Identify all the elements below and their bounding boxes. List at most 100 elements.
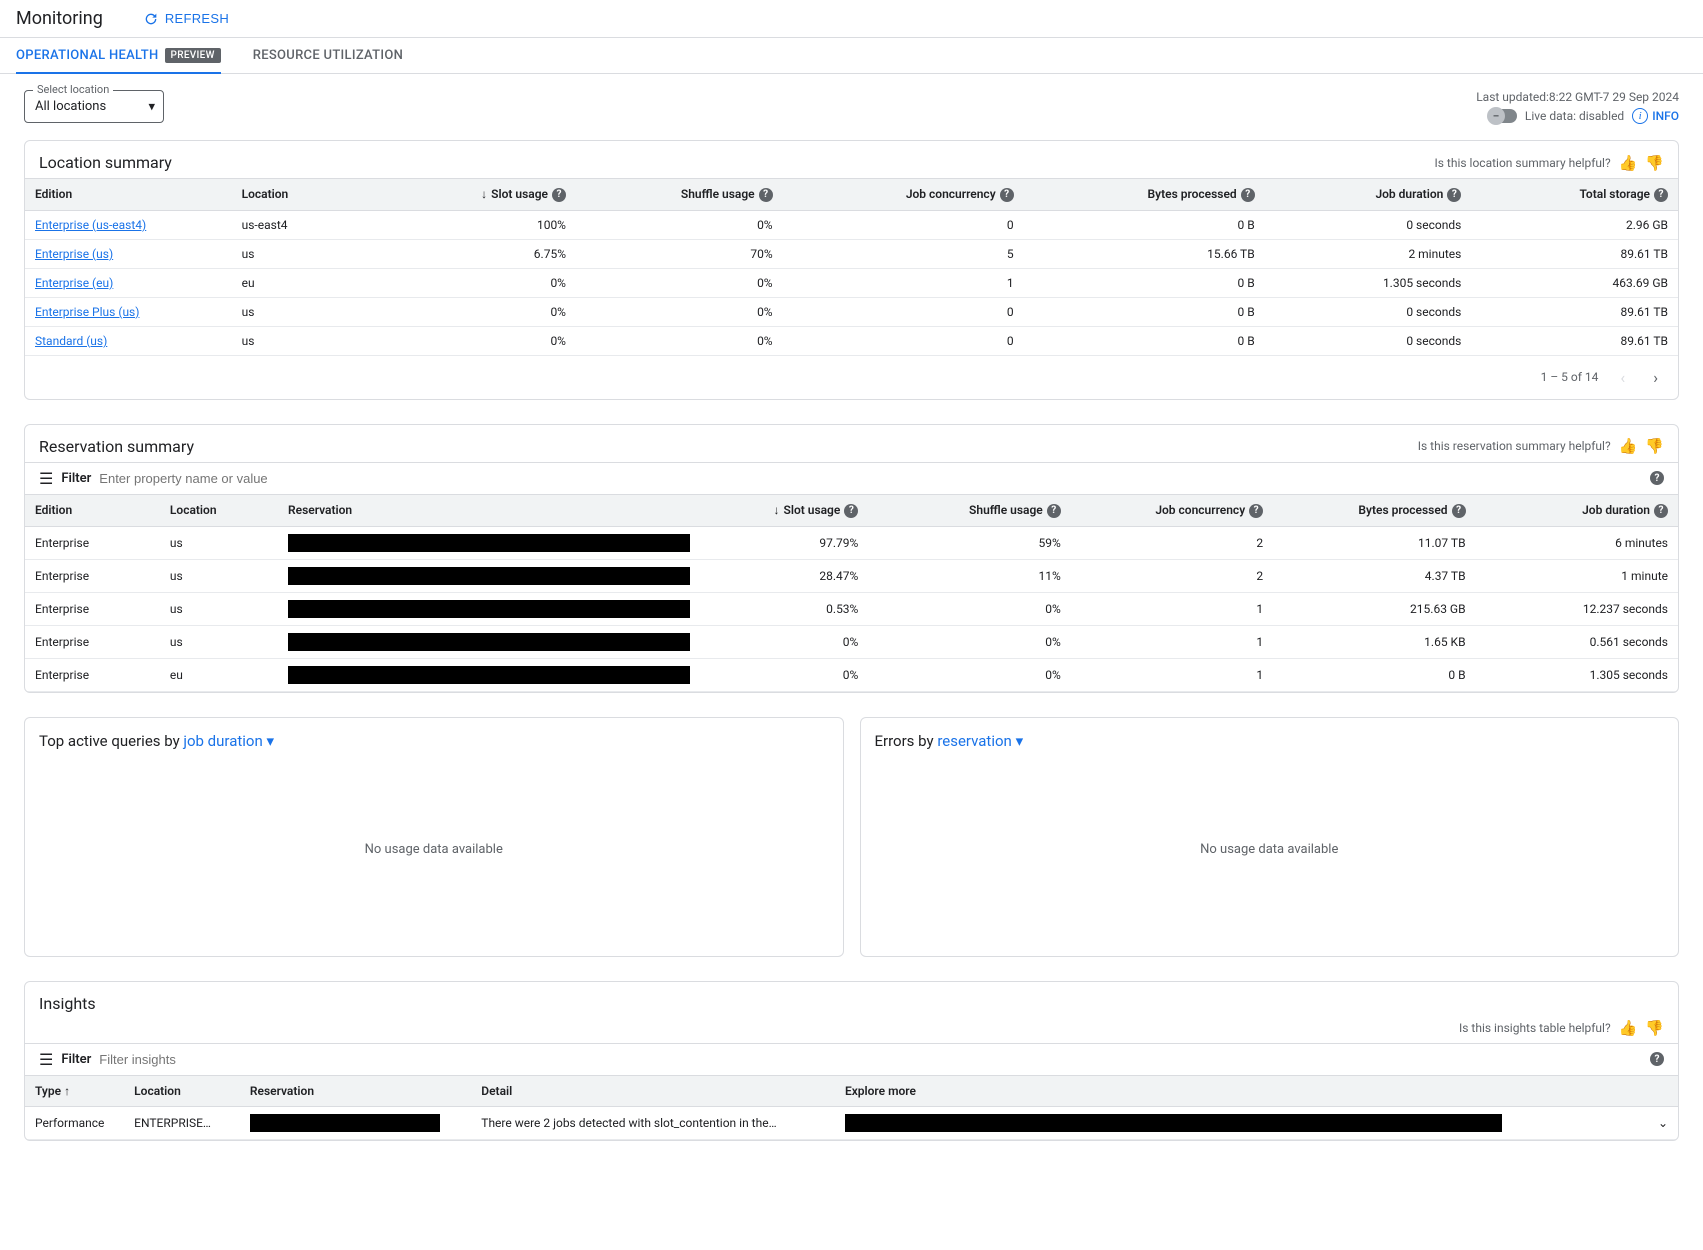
- cell-duration: 1.305 seconds: [1476, 658, 1678, 691]
- cell-concurrency: 2: [1071, 559, 1273, 592]
- insights-table: Type ↑ Location Reservation Detail Explo…: [25, 1075, 1678, 1140]
- insights-filter-input[interactable]: [99, 1052, 1638, 1067]
- helpful-prompt: Is this location summary helpful?: [1434, 156, 1610, 170]
- insights-title: Insights: [39, 994, 96, 1013]
- col-edition[interactable]: Edition: [25, 179, 232, 211]
- cell-location: us: [232, 297, 370, 326]
- edition-link[interactable]: Enterprise Plus (us): [35, 305, 139, 319]
- col-job-concurrency[interactable]: Job concurrency?: [783, 179, 1024, 211]
- help-icon[interactable]: ?: [552, 188, 566, 202]
- col-explore[interactable]: Explore more: [835, 1075, 1628, 1106]
- help-icon[interactable]: ?: [1650, 471, 1664, 485]
- cell-duration: 2 minutes: [1265, 239, 1472, 268]
- col-shuffle-usage[interactable]: Shuffle usage?: [868, 494, 1070, 526]
- sort-down-icon: ↓: [481, 187, 487, 201]
- cell-shuffle: 11%: [868, 559, 1070, 592]
- thumbs-up-icon[interactable]: 👍: [1619, 437, 1638, 455]
- col-total-storage[interactable]: Total storage?: [1471, 179, 1678, 211]
- col-type[interactable]: Type ↑: [25, 1075, 124, 1106]
- col-location[interactable]: Location: [124, 1075, 240, 1106]
- job-duration-dropdown[interactable]: job duration ▾: [183, 732, 274, 750]
- cell-location: eu: [160, 658, 278, 691]
- redacted-content: [288, 666, 690, 684]
- help-icon[interactable]: ?: [1249, 504, 1263, 518]
- help-icon[interactable]: ?: [1241, 188, 1255, 202]
- edition-link[interactable]: Standard (us): [35, 334, 107, 348]
- cell-shuffle: 0%: [576, 326, 783, 355]
- select-value: All locations: [35, 99, 106, 114]
- reservation-summary-table: Edition Location Reservation ↓Slot usage…: [25, 494, 1678, 692]
- help-icon[interactable]: ?: [759, 188, 773, 202]
- live-data-label: Live data: disabled: [1525, 109, 1624, 123]
- thumbs-up-icon[interactable]: 👍: [1619, 1019, 1638, 1037]
- cell-shuffle: 0%: [576, 210, 783, 239]
- help-icon[interactable]: ?: [1654, 504, 1668, 518]
- cell-location: us: [160, 559, 278, 592]
- col-job-duration[interactable]: Job duration?: [1265, 179, 1472, 211]
- col-edition[interactable]: Edition: [25, 494, 160, 526]
- col-shuffle-usage[interactable]: Shuffle usage?: [576, 179, 783, 211]
- help-icon[interactable]: ?: [1452, 504, 1466, 518]
- tab-operational-health[interactable]: OPERATIONAL HEALTH PREVIEW: [16, 38, 221, 73]
- cell-shuffle: 59%: [868, 526, 1070, 559]
- thumbs-down-icon[interactable]: 👎: [1645, 154, 1664, 172]
- redacted-content: [288, 600, 690, 618]
- help-icon[interactable]: ?: [1447, 188, 1461, 202]
- col-location[interactable]: Location: [160, 494, 278, 526]
- help-icon[interactable]: ?: [1000, 188, 1014, 202]
- location-select[interactable]: Select location All locations ▾: [24, 90, 164, 123]
- edition-link[interactable]: Enterprise (us): [35, 247, 113, 261]
- col-job-concurrency[interactable]: Job concurrency?: [1071, 494, 1273, 526]
- cell-concurrency: 1: [1071, 625, 1273, 658]
- cell-concurrency: 1: [783, 268, 1024, 297]
- select-label: Select location: [33, 83, 113, 96]
- reservation-dropdown[interactable]: reservation ▾: [937, 732, 1023, 750]
- location-summary-title: Location summary: [39, 153, 172, 172]
- tab-resource-utilization[interactable]: RESOURCE UTILIZATION: [253, 38, 403, 73]
- cell-reservation: [278, 559, 700, 592]
- help-icon[interactable]: ?: [1650, 1052, 1664, 1066]
- cell-concurrency: 2: [1071, 526, 1273, 559]
- thumbs-down-icon[interactable]: 👎: [1645, 437, 1664, 455]
- cell-type: Performance: [25, 1106, 124, 1139]
- col-reservation[interactable]: Reservation: [278, 494, 700, 526]
- help-icon[interactable]: ?: [1047, 504, 1061, 518]
- help-icon[interactable]: ?: [1654, 188, 1668, 202]
- next-page-button[interactable]: ›: [1647, 364, 1664, 391]
- cell-bytes: 4.37 TB: [1273, 559, 1475, 592]
- col-reservation[interactable]: Reservation: [240, 1075, 471, 1106]
- col-bytes-processed[interactable]: Bytes processed?: [1273, 494, 1475, 526]
- empty-message: No usage data available: [875, 758, 1665, 942]
- col-job-duration[interactable]: Job duration?: [1476, 494, 1678, 526]
- expand-row-icon[interactable]: ⌄: [1658, 1116, 1668, 1130]
- cell-concurrency: 5: [783, 239, 1024, 268]
- info-button[interactable]: i INFO: [1632, 108, 1679, 124]
- col-slot-usage[interactable]: ↓Slot usage?: [369, 179, 576, 211]
- reservation-filter-input[interactable]: [99, 471, 1638, 486]
- cell-duration: 0.561 seconds: [1476, 625, 1678, 658]
- col-location[interactable]: Location: [232, 179, 370, 211]
- cell-reservation: [278, 625, 700, 658]
- thumbs-down-icon[interactable]: 👎: [1645, 1019, 1664, 1037]
- edition-link[interactable]: Enterprise (us-east4): [35, 218, 146, 232]
- col-detail[interactable]: Detail: [471, 1075, 835, 1106]
- live-data-toggle[interactable]: [1489, 109, 1517, 123]
- edition-link[interactable]: Enterprise (eu): [35, 276, 113, 290]
- thumbs-up-icon[interactable]: 👍: [1619, 154, 1638, 172]
- pagination-info: 1 – 5 of 14: [1541, 370, 1599, 384]
- help-icon[interactable]: ?: [844, 504, 858, 518]
- errors-by-panel: Errors by reservation ▾ No usage data av…: [860, 717, 1680, 957]
- cell-location: us: [160, 625, 278, 658]
- cell-location: us-east4: [232, 210, 370, 239]
- cell-reservation: [240, 1106, 471, 1139]
- table-row: Enterprise us 28.47% 11% 2 4.37 TB 1 min…: [25, 559, 1678, 592]
- col-bytes-processed[interactable]: Bytes processed?: [1024, 179, 1265, 211]
- cell-shuffle: 0%: [576, 297, 783, 326]
- table-row: Enterprise Plus (us) us 0% 0% 0 0 B 0 se…: [25, 297, 1678, 326]
- prev-page-button[interactable]: ‹: [1614, 364, 1631, 391]
- tab-label: OPERATIONAL HEALTH: [16, 48, 159, 63]
- cell-location: us: [160, 526, 278, 559]
- col-slot-usage[interactable]: ↓Slot usage?: [700, 494, 869, 526]
- refresh-button[interactable]: REFRESH: [143, 11, 229, 27]
- cell-location: eu: [232, 268, 370, 297]
